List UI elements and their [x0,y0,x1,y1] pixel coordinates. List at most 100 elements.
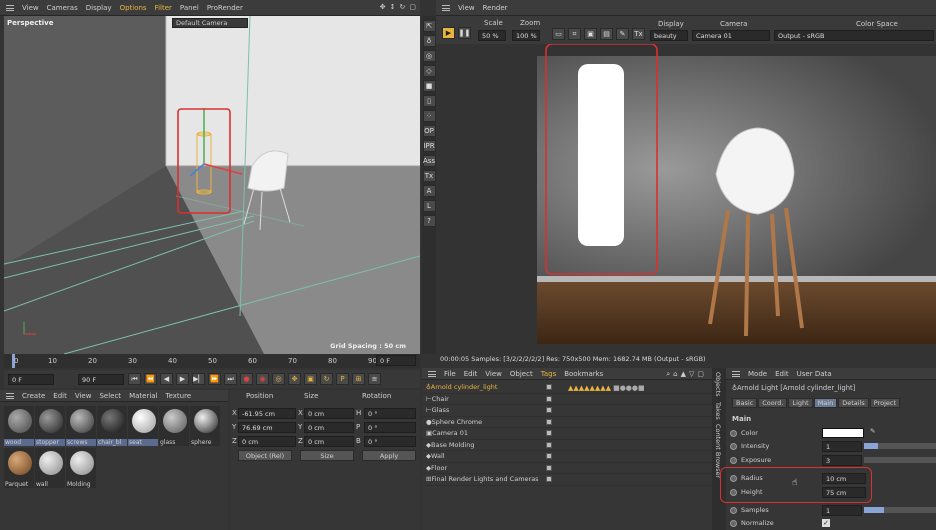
rotation-h-field[interactable]: 0 ° [364,408,416,419]
rotation-b-field[interactable]: 0 ° [364,436,416,447]
mat-menu-material[interactable]: Material [129,392,157,400]
object-row-sphere-chrome[interactable]: ● Sphere Chrome [422,417,712,428]
material-stopper[interactable]: stopper [35,406,65,446]
tab-objects[interactable]: Objects [714,372,722,397]
menu-panel[interactable]: Panel [180,4,199,12]
tag-strip[interactable]: ▲▲▲▲▲▲▲▲ ■●●●■ [568,382,708,394]
render-menu-render[interactable]: Render [483,4,508,12]
eyedropper-icon[interactable]: ✎ [870,427,875,435]
exposure-slider[interactable] [864,457,936,463]
menu-options[interactable]: Options [120,4,147,12]
size-mode-dropdown[interactable]: Size [300,450,354,461]
menu-view[interactable]: View [22,4,39,12]
mat-menu-view[interactable]: View [75,392,92,400]
region-icon[interactable]: ▭ [552,28,565,40]
brush-icon[interactable]: ✎ [616,28,629,40]
material-menu-icon[interactable] [6,392,14,399]
prev-frame-icon[interactable]: ◀ [160,373,173,385]
mat-menu-create[interactable]: Create [22,392,45,400]
l-button[interactable]: L [422,200,436,212]
light-bulb-icon[interactable]: ♁ [422,35,436,47]
obj-menu-object[interactable]: Object [510,370,533,378]
material-chair-bl[interactable]: chair_bl [97,406,127,446]
timeline-menu-icon[interactable]: ≡ [368,373,381,385]
autokey-icon[interactable]: ◉ [256,373,269,385]
colorspace-dropdown[interactable]: Output - sRGB [774,30,934,41]
ass-button[interactable]: Ass [422,155,436,167]
next-key-icon[interactable]: ⏩ [208,373,221,385]
mat-menu-texture[interactable]: Texture [166,392,192,400]
tab-project[interactable]: Project [869,398,901,408]
visibility-column[interactable] [546,384,566,488]
record-icon[interactable]: ● [240,373,253,385]
display-dropdown[interactable]: beauty [650,30,688,41]
up-icon[interactable]: ▲ [681,370,686,379]
coord-mode-dropdown[interactable]: Object (Rel) [238,450,292,461]
samples-anim-dot[interactable] [730,506,737,514]
scale-key-icon[interactable]: ▣ [304,373,317,385]
menu-prorender[interactable]: ProRender [207,4,243,12]
obj-menu-bookmarks[interactable]: Bookmarks [564,370,603,378]
object-row-base-molding[interactable]: ◆ Base Molding [422,440,712,451]
ipr-button[interactable]: IPR [422,140,436,152]
material-sphere[interactable]: sphere [190,406,220,446]
goto-end-icon[interactable]: ⏭ [224,373,237,385]
obj-menu-file[interactable]: File [444,370,456,378]
object-row-floor[interactable]: ◆ Floor [422,463,712,474]
color-swatch[interactable] [822,428,864,438]
scale-field[interactable]: 50 % [478,30,506,41]
object-row-wall[interactable]: ◆ Wall [422,451,712,463]
object-menu-icon[interactable] [428,370,436,377]
tab-main[interactable]: Main [813,398,838,408]
position-x-field[interactable]: -61.95 cm [238,408,296,419]
object-row-glass[interactable]: ⊢ Glass [422,405,712,417]
compare-icon[interactable]: ▤ [600,28,613,40]
snapshot-icon[interactable]: ▣ [584,28,597,40]
samples-slider[interactable] [864,507,936,513]
mat-menu-select[interactable]: Select [99,392,121,400]
home-icon[interactable]: ⌂ [673,370,677,379]
rotate-view-icon[interactable]: ↻ [400,3,406,11]
render-menu-view[interactable]: View [458,4,475,12]
obj-menu-edit[interactable]: Edit [464,370,478,378]
box-icon[interactable]: ■ [422,80,436,92]
play-icon[interactable]: ▶ [442,27,455,39]
tx-button[interactable]: Tx [422,170,436,182]
filter-icon[interactable]: ▽ [689,370,694,379]
tab-details[interactable]: Details [838,398,869,408]
pan-view-icon[interactable]: ↕ [390,3,396,11]
object-row-chair[interactable]: ⊢ Chair [422,394,712,405]
attr-menu-edit[interactable]: Edit [775,370,789,378]
intensity-field[interactable]: 1 [822,441,862,452]
normalize-anim-dot[interactable] [730,519,737,527]
menu-display[interactable]: Display [86,4,112,12]
move-key-icon[interactable]: ✥ [288,373,301,385]
arnold-icon[interactable]: A [422,185,436,197]
intensity-slider[interactable] [864,443,936,449]
color-anim-dot[interactable] [730,429,737,437]
attr-menu-user-data[interactable]: User Data [797,370,832,378]
size-x-field[interactable]: 0 cm [304,408,354,419]
mat-menu-edit[interactable]: Edit [53,392,67,400]
material-molding[interactable]: Molding [66,448,96,488]
normalize-checkbox[interactable]: ✓ [822,519,830,527]
render-menu-icon[interactable] [442,4,450,11]
op-button[interactable]: OP [422,125,436,137]
object-row-camera[interactable]: ▣ Camera 01 [422,428,712,440]
goto-start-icon[interactable]: ⏮ [128,373,141,385]
pause-icon[interactable]: ❚❚ [458,27,471,39]
obj-menu-tags[interactable]: Tags [541,370,557,378]
start-frame-field[interactable]: 0 F [8,374,54,385]
tab-basic[interactable]: Basic [732,398,758,408]
material-wood[interactable]: wood [4,406,34,446]
prev-key-icon[interactable]: ⏪ [144,373,157,385]
render-camera-dropdown[interactable]: Camera 01 [692,30,770,41]
position-y-field[interactable]: 76.69 cm [238,422,296,433]
param-key-icon[interactable]: P [336,373,349,385]
file-icon[interactable]: ▯ [422,95,436,107]
apply-button[interactable]: Apply [362,450,416,461]
size-y-field[interactable]: 0 cm [304,422,354,433]
help-button[interactable]: ? [422,215,436,227]
tab-coord[interactable]: Coord. [758,398,788,408]
attr-menu-mode[interactable]: Mode [748,370,767,378]
